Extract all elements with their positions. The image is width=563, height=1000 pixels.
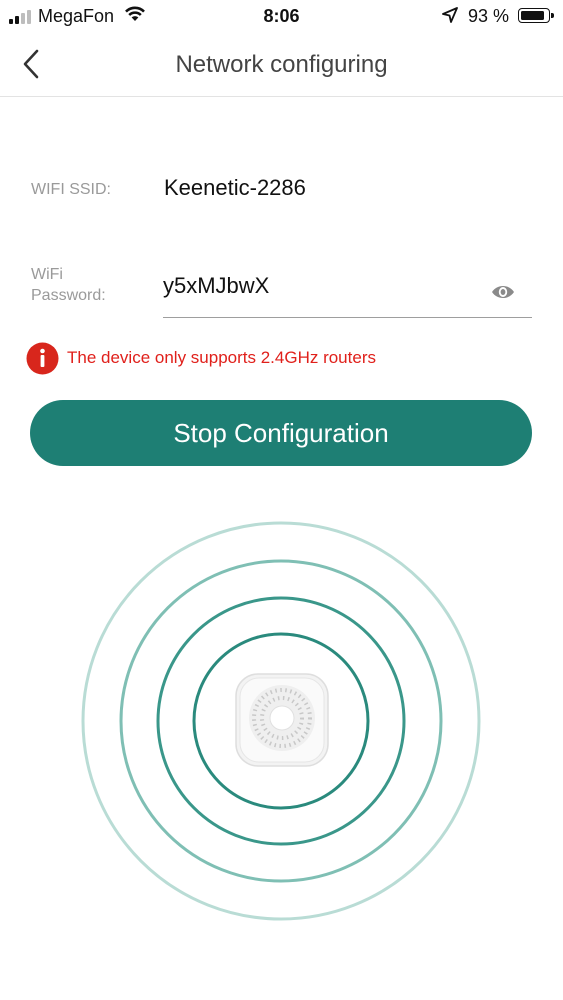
connection-illustration — [81, 521, 481, 921]
toggle-password-visibility-button[interactable] — [489, 280, 517, 304]
smart-hub-device-icon — [235, 673, 329, 767]
battery-percentage: 93 % — [468, 6, 510, 26]
warning-message: The device only supports 2.4GHz routers — [67, 348, 376, 367]
location-arrow-icon — [442, 7, 458, 23]
password-label: WiFi Password: — [31, 266, 106, 304]
battery-icon — [518, 8, 554, 23]
eye-icon — [492, 286, 514, 298]
navigation-bar: Network configuring — [0, 32, 563, 97]
password-input[interactable] — [163, 268, 483, 304]
ssid-label: WIFI SSID: — [31, 181, 111, 198]
info-alert-icon — [26, 342, 59, 375]
stop-configuration-button[interactable]: Stop Configuration — [30, 400, 532, 466]
status-bar: MegaFon 8:06 93 % — [0, 0, 563, 32]
page-title: Network configuring — [175, 51, 388, 78]
password-underline — [163, 317, 532, 318]
ssid-value: Keenetic-2286 — [164, 175, 306, 200]
